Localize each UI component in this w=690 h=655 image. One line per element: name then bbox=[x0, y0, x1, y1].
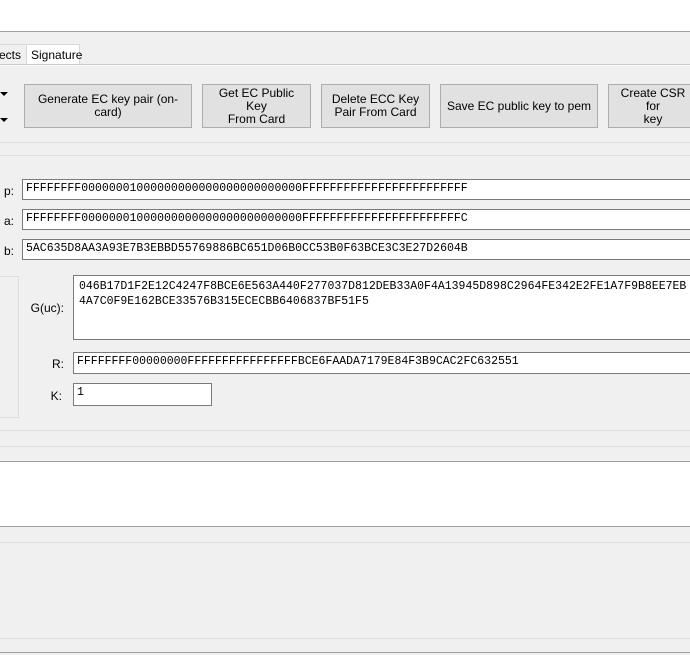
k-field[interactable]: 1 bbox=[73, 383, 212, 406]
separator bbox=[0, 142, 690, 143]
left-group-box bbox=[0, 276, 19, 418]
get-ec-public-key-button[interactable]: Get EC Public Key From Card bbox=[202, 84, 311, 128]
tab-strip: ects Signature bbox=[0, 44, 690, 66]
generate-ec-key-pair-button[interactable]: Generate EC key pair (on-card) bbox=[24, 84, 192, 128]
p-field[interactable]: FFFFFFFF00000001000000000000000000000000… bbox=[22, 179, 690, 200]
get-public-button-label: Get EC Public Key From Card bbox=[218, 85, 295, 126]
tab-objects[interactable]: ects bbox=[0, 44, 27, 64]
generate-button-label: Generate EC key pair (on-card) bbox=[37, 92, 179, 119]
a-label: a: bbox=[3, 214, 14, 228]
create-csr-button[interactable]: Create CSR for key bbox=[608, 84, 690, 128]
delete-ecc-key-pair-button[interactable]: Delete ECC Key Pair From Card bbox=[321, 84, 430, 128]
separator bbox=[0, 155, 690, 156]
r-label: R: bbox=[52, 357, 64, 371]
left-combo-2[interactable] bbox=[0, 108, 10, 128]
g-label: G(uc): bbox=[30, 301, 64, 315]
chevron-down-icon bbox=[0, 92, 8, 96]
b-field[interactable]: 5AC635D8AA3A93E7B3EBBD55769886BC651D06B0… bbox=[22, 239, 690, 260]
r-field[interactable]: FFFFFFFF00000000FFFFFFFFFFFFFFFFBCE6FAAD… bbox=[73, 352, 690, 374]
k-label: K: bbox=[50, 389, 62, 403]
a-field[interactable]: FFFFFFFF00000001000000000000000000000000… bbox=[22, 209, 690, 230]
delete-button-label: Delete ECC Key Pair From Card bbox=[331, 92, 420, 119]
create-csr-button-label: Create CSR for key bbox=[620, 85, 686, 126]
separator bbox=[0, 430, 690, 431]
separator bbox=[0, 638, 690, 639]
tab-objects-label: ects bbox=[0, 48, 22, 62]
save-button-label: Save EC public key to pem bbox=[446, 98, 592, 113]
status-bar-edge bbox=[0, 652, 690, 653]
tab-signature-label: Signature bbox=[31, 48, 83, 62]
separator bbox=[0, 542, 690, 543]
chevron-down-icon bbox=[0, 118, 8, 122]
separator bbox=[0, 446, 690, 447]
top-panel bbox=[0, 0, 690, 32]
save-ec-public-key-button[interactable]: Save EC public key to pem bbox=[440, 84, 598, 128]
p-label: p: bbox=[3, 184, 14, 198]
left-combo-1[interactable] bbox=[0, 84, 10, 104]
tab-signature[interactable]: Signature bbox=[26, 44, 83, 64]
g-field[interactable]: 046B17D1F2E12C4247F8BCE6E563A440F277037D… bbox=[73, 275, 690, 340]
b-label: b: bbox=[3, 244, 14, 258]
bottom-output-panel[interactable] bbox=[0, 462, 690, 527]
